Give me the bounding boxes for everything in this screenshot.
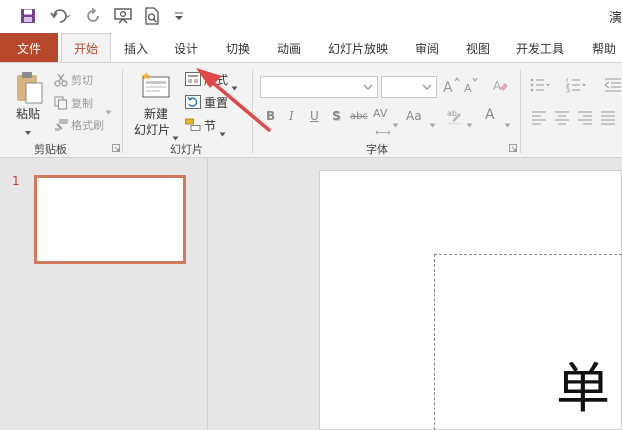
tab-transitions[interactable]: 切换: [214, 33, 262, 63]
font-name-value: [261, 82, 264, 95]
font-color-button[interactable]: A: [485, 107, 495, 123]
font-launcher-icon[interactable]: [509, 144, 517, 152]
ribbon-tab-row: 文件 开始 插入 设计 切换 动画 幻灯片放映 审阅 视图 开发工具 帮助: [0, 33, 622, 63]
font-size-input[interactable]: [381, 76, 437, 98]
reset-icon[interactable]: [185, 94, 201, 113]
tab-review[interactable]: 审阅: [404, 33, 450, 63]
highlight-dropdown-icon[interactable]: [466, 113, 473, 132]
tab-home[interactable]: 开始: [61, 33, 111, 63]
paste-label[interactable]: 粘贴: [16, 105, 40, 122]
numbering-icon[interactable]: [565, 77, 586, 97]
quick-access-toolbar: 演: [0, 0, 622, 33]
print-preview-icon[interactable]: [142, 6, 162, 26]
slide-number: 1: [12, 174, 20, 188]
character-spacing-button[interactable]: AV: [373, 107, 387, 120]
window-title: 演: [608, 11, 622, 26]
format-painter-icon[interactable]: [54, 117, 69, 136]
clipboard-launcher-icon[interactable]: [112, 144, 120, 152]
new-slide-icon[interactable]: [140, 71, 172, 105]
copy-label[interactable]: 复制: [71, 95, 93, 111]
undo-icon[interactable]: [48, 6, 74, 26]
font-color-dropdown-icon[interactable]: [504, 113, 511, 132]
tab-help[interactable]: 帮助: [582, 33, 622, 63]
section-dropdown-icon[interactable]: [219, 122, 226, 141]
svg-text:A: A: [493, 79, 502, 93]
format-painter-label[interactable]: 格式刷: [71, 117, 104, 133]
tab-developer[interactable]: 开发工具: [508, 33, 572, 63]
section-icon[interactable]: [185, 117, 201, 136]
present-icon[interactable]: [112, 6, 134, 26]
tab-slideshow[interactable]: 幻灯片放映: [320, 33, 396, 63]
tab-insert[interactable]: 插入: [114, 33, 158, 63]
character-spacing-arrows-icon: [375, 120, 391, 139]
layout-icon[interactable]: [185, 71, 201, 90]
group-separator: [520, 69, 521, 153]
save-icon[interactable]: [18, 6, 38, 26]
clipboard-group-label: 剪贴板: [34, 143, 67, 156]
italic-button[interactable]: I: [289, 109, 294, 123]
copy-dropdown-icon[interactable]: [105, 100, 112, 119]
bullets-icon[interactable]: [530, 77, 550, 97]
clear-formatting-icon[interactable]: A: [491, 77, 509, 99]
customize-dropdown-icon[interactable]: [172, 6, 186, 26]
ribbon-home: 粘贴 剪切 复制 格式刷 剪贴板 新建 幻灯片 版式 重置 节 幻灯片 A A …: [0, 62, 622, 158]
align-center-icon[interactable]: [554, 110, 570, 129]
tab-view[interactable]: 视图: [456, 33, 500, 63]
svg-text:A: A: [443, 80, 453, 95]
font-group-label: 字体: [366, 143, 388, 156]
redo-icon[interactable]: [84, 6, 104, 26]
copy-icon[interactable]: [54, 95, 68, 114]
cut-icon[interactable]: [54, 72, 68, 91]
align-right-icon[interactable]: [577, 110, 593, 129]
spacing-dropdown-icon[interactable]: [392, 113, 399, 132]
font-size-value: [382, 82, 385, 95]
paste-dropdown-icon[interactable]: [24, 121, 32, 140]
tab-design[interactable]: 设计: [164, 33, 208, 63]
highlight-icon[interactable]: ab: [446, 107, 464, 129]
svg-text:ab: ab: [447, 109, 457, 118]
justify-icon[interactable]: [600, 110, 616, 129]
font-name-input[interactable]: [260, 76, 378, 98]
font-size-dropdown-icon[interactable]: [422, 83, 432, 91]
strikethrough-button[interactable]: abc: [350, 111, 368, 122]
tab-animations[interactable]: 动画: [266, 33, 312, 63]
layout-label[interactable]: 版式: [204, 71, 228, 88]
change-case-dropdown-icon[interactable]: [429, 113, 436, 132]
group-separator: [122, 69, 123, 153]
shadow-button[interactable]: S: [332, 109, 341, 123]
paste-icon[interactable]: [14, 71, 44, 109]
new-slide-label-line2[interactable]: 幻灯片: [134, 121, 170, 138]
grow-font-icon[interactable]: A: [442, 77, 460, 99]
change-case-button[interactable]: Aa: [406, 109, 422, 123]
decrease-indent-icon[interactable]: [604, 77, 622, 97]
font-name-dropdown-icon[interactable]: [363, 83, 373, 91]
svg-text:A: A: [464, 82, 472, 95]
new-slide-label-line1[interactable]: 新建: [144, 105, 168, 122]
group-separator: [252, 69, 253, 153]
section-label[interactable]: 节: [204, 117, 216, 134]
reset-label[interactable]: 重置: [204, 94, 228, 111]
slides-group-label: 幻灯片: [170, 143, 203, 156]
underline-button[interactable]: U: [310, 109, 319, 123]
slide-thumbnail[interactable]: [34, 175, 186, 264]
tab-file[interactable]: 文件: [0, 33, 58, 63]
align-left-icon[interactable]: [531, 110, 547, 129]
layout-dropdown-icon[interactable]: [231, 76, 238, 95]
shrink-font-icon[interactable]: A: [462, 77, 480, 99]
cut-label[interactable]: 剪切: [71, 72, 93, 88]
bold-button[interactable]: B: [266, 109, 275, 123]
slide-title-text[interactable]: 单: [556, 362, 610, 416]
